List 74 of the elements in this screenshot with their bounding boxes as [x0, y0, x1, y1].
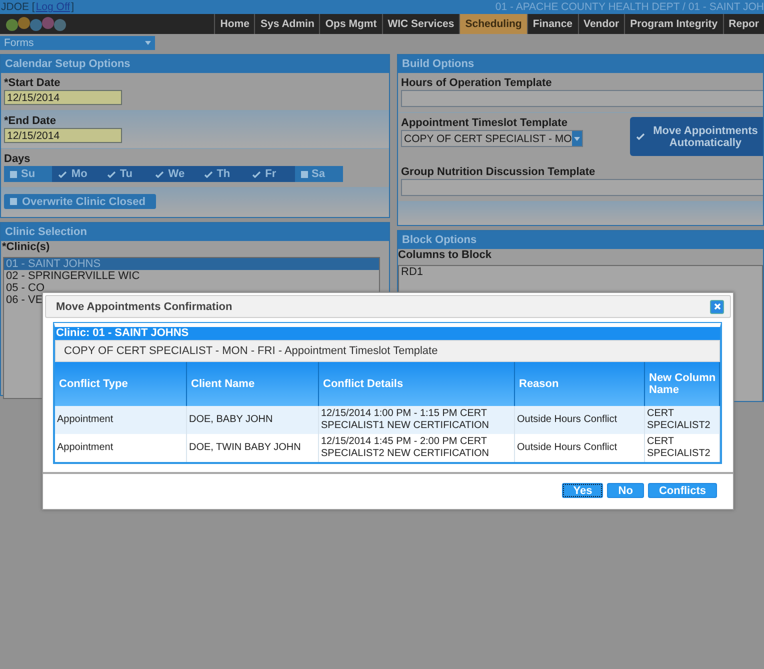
field-label: Group Nutrition Discussion Template	[401, 166, 596, 178]
check-icon	[204, 170, 213, 178]
column-option[interactable]: RD1	[399, 266, 762, 278]
nav-tab[interactable]: Finance	[526, 14, 578, 34]
field-label: Appointment Timeslot Template	[401, 117, 568, 129]
field-label: Hours of Operation Template	[401, 77, 553, 89]
field-label: *End Date	[4, 115, 57, 127]
check-icon	[636, 133, 645, 140]
column-header: New Column Name	[645, 362, 720, 406]
dialog-button[interactable]: No	[607, 483, 644, 498]
table-cell: Outside Hours Conflict	[515, 406, 645, 434]
field-label: *Clinic(s)	[1, 241, 51, 255]
group-nutrition-template-dropdown[interactable]	[401, 179, 763, 196]
forms-dropdown[interactable]: Forms	[0, 36, 155, 50]
user-bracket: ]	[71, 1, 74, 13]
table-cell: Appointment	[55, 434, 187, 462]
table-cell: DOE, TWIN BABY JOHN	[187, 434, 319, 462]
column-header: Reason	[515, 362, 645, 406]
clinic-heading: Clinic: 01 - SAINT JOHNS	[55, 327, 720, 340]
column-header: Conflict Type	[55, 362, 187, 406]
panel-title: Build Options	[398, 55, 763, 73]
checkbox-icon	[10, 170, 17, 178]
close-icon	[714, 303, 720, 310]
panel-title: Calendar Setup Options	[1, 55, 389, 73]
table-cell: Outside Hours Conflict	[515, 434, 645, 462]
column-header: Client Name	[187, 362, 319, 406]
table-cell: CERT SPECIALIST2	[645, 406, 720, 434]
nav-tab[interactable]: Scheduling	[459, 14, 527, 34]
field-label: *Start Date	[4, 77, 62, 89]
day-toggle[interactable]: Mo	[52, 166, 101, 182]
day-toggle[interactable]: Th	[198, 166, 246, 182]
checkbox-icon	[10, 198, 17, 205]
checkbox-icon	[300, 170, 308, 178]
close-button[interactable]	[710, 300, 724, 314]
clinic-option[interactable]: 05 - CO	[4, 282, 379, 294]
day-toggle[interactable]: We	[149, 166, 198, 182]
panel-title: Block Options	[398, 231, 763, 249]
nav-tab[interactable]: Vendor	[578, 14, 624, 34]
clinic-option[interactable]: 02 - SPRINGERVILLE WIC	[4, 270, 379, 282]
table-cell: CERT SPECIALIST2	[645, 434, 720, 462]
check-icon	[106, 170, 116, 178]
template-heading: COPY OF CERT SPECIALIST - MON - FRI - Appointment Timeslot Template	[55, 340, 720, 362]
hours-template-dropdown[interactable]	[401, 90, 763, 107]
caret-icon	[145, 41, 151, 45]
field-label: Days	[4, 153, 32, 165]
nav-tab[interactable]: Program Integrity	[624, 14, 723, 34]
table-cell: 12/15/2014 1:45 PM - 2:00 PM CERT SPECIALIST2 NEW CERTIFICATION	[319, 434, 515, 462]
nav-tab[interactable]: Home	[214, 14, 254, 34]
nav-tab[interactable]: Repor	[722, 14, 764, 34]
panel-title: Clinic Selection	[1, 223, 389, 241]
dialog-title: Move Appointments Confirmation	[56, 300, 232, 312]
column-header: Conflict Details	[319, 362, 515, 406]
day-toggle[interactable]: Fr	[246, 166, 295, 182]
caret-icon	[574, 136, 580, 140]
end-date-field[interactable]: 12/15/2014	[4, 128, 122, 143]
dialog-button[interactable]: Yes	[562, 483, 604, 498]
check-icon	[155, 170, 164, 178]
field-label: Columns to Block	[398, 249, 493, 263]
dialog-button[interactable]: Conflicts	[648, 483, 717, 498]
move-appointments-toggle[interactable]: Move Appointments Automatically	[630, 117, 763, 156]
start-date-field[interactable]: 12/15/2014	[4, 90, 122, 105]
table-cell: 12/15/2014 1:00 PM - 1:15 PM CERT SPECIALIST1 NEW CERTIFICATION	[319, 406, 515, 434]
day-toggle[interactable]: Tu	[100, 166, 150, 182]
check-icon	[58, 170, 68, 178]
check-icon	[252, 170, 262, 178]
clinic-option[interactable]: 01 - SAINT JOHNS	[4, 258, 379, 270]
user-name: JDOE [	[1, 1, 35, 13]
nav-tab[interactable]: Ops Mgmt	[319, 14, 382, 34]
table-cell: DOE, BABY JOHN	[187, 406, 319, 434]
table-cell: Appointment	[55, 406, 187, 434]
overwrite-toggle[interactable]: Overwrite Clinic Closed	[4, 194, 156, 209]
nav-tab[interactable]: Sys Admin	[254, 14, 320, 34]
timeslot-template-dropdown[interactable]: COPY OF CERT SPECIALIST - MO	[401, 130, 583, 147]
location-text: 01 - APACHE COUNTY HEALTH DEPT / 01 - SAINT JOH	[495, 1, 764, 13]
